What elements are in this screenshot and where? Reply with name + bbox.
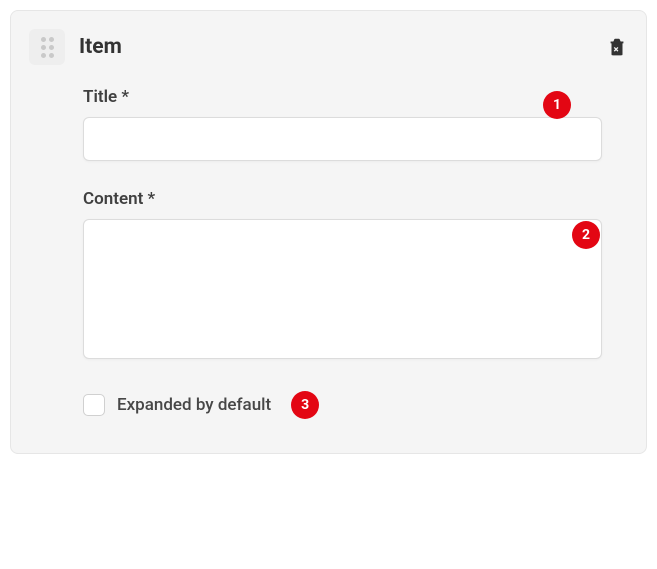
annotation-badge-3: 3 <box>291 391 319 419</box>
item-card: Item 1 2 Title * Content * Expanded by d… <box>10 10 647 454</box>
drag-handle[interactable] <box>29 29 65 65</box>
trash-icon <box>606 36 628 58</box>
annotation-badge-2: 2 <box>572 221 600 249</box>
expanded-checkbox[interactable] <box>83 394 105 416</box>
delete-button[interactable] <box>606 36 628 58</box>
expanded-checkbox-row: Expanded by default 3 <box>83 391 628 419</box>
expanded-label: Expanded by default <box>117 395 271 415</box>
item-header: Item <box>29 29 628 65</box>
content-label: Content * <box>83 189 602 209</box>
title-label: Title * <box>83 87 602 107</box>
content-field-block: Content * <box>83 189 602 363</box>
item-heading: Item <box>79 35 606 59</box>
annotation-badge-1: 1 <box>543 91 571 119</box>
title-input[interactable] <box>83 117 602 161</box>
drag-icon <box>41 37 54 58</box>
content-textarea[interactable] <box>83 219 602 359</box>
title-field-block: Title * <box>83 87 602 161</box>
